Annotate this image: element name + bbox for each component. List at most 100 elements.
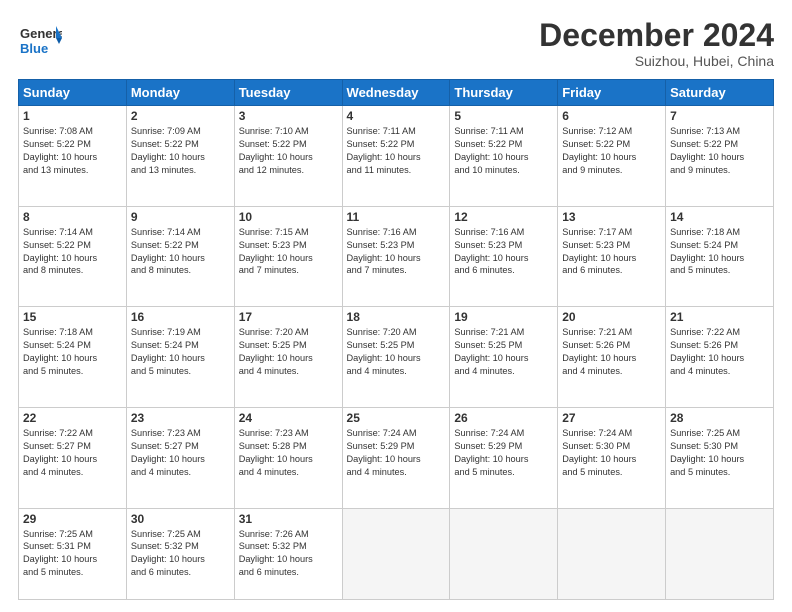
day-info: Sunrise: 7:19 AMSunset: 5:24 PMDaylight:… [131, 326, 230, 378]
day-number: 30 [131, 512, 230, 526]
day-info: Sunrise: 7:11 AMSunset: 5:22 PMDaylight:… [454, 125, 553, 177]
day-number: 17 [239, 310, 338, 324]
table-row: 21 Sunrise: 7:22 AMSunset: 5:26 PMDayligh… [666, 307, 774, 408]
day-number: 9 [131, 210, 230, 224]
logo-icon: General Blue [18, 18, 62, 62]
table-row: 7 Sunrise: 7:13 AMSunset: 5:22 PMDaylight… [666, 106, 774, 207]
day-info: Sunrise: 7:20 AMSunset: 5:25 PMDaylight:… [347, 326, 446, 378]
table-row: 11 Sunrise: 7:16 AMSunset: 5:23 PMDayligh… [342, 206, 450, 307]
day-number: 10 [239, 210, 338, 224]
day-info: Sunrise: 7:24 AMSunset: 5:29 PMDaylight:… [454, 427, 553, 479]
table-row: 18 Sunrise: 7:20 AMSunset: 5:25 PMDayligh… [342, 307, 450, 408]
header-wednesday: Wednesday [342, 80, 450, 106]
table-row: 14 Sunrise: 7:18 AMSunset: 5:24 PMDayligh… [666, 206, 774, 307]
location: Suizhou, Hubei, China [539, 53, 774, 69]
month-title: December 2024 [539, 18, 774, 53]
page: General Blue December 2024 Suizhou, Hube… [0, 0, 792, 612]
day-number: 2 [131, 109, 230, 123]
day-number: 12 [454, 210, 553, 224]
day-number: 19 [454, 310, 553, 324]
day-info: Sunrise: 7:26 AMSunset: 5:32 PMDaylight:… [239, 528, 338, 580]
header-thursday: Thursday [450, 80, 558, 106]
day-info: Sunrise: 7:18 AMSunset: 5:24 PMDaylight:… [23, 326, 122, 378]
day-number: 1 [23, 109, 122, 123]
table-row: 28 Sunrise: 7:25 AMSunset: 5:30 PMDayligh… [666, 407, 774, 508]
table-row: 8Sunrise: 7:14 AMSunset: 5:22 PMDaylight… [19, 206, 127, 307]
table-row: 10 Sunrise: 7:15 AMSunset: 5:23 PMDayligh… [234, 206, 342, 307]
table-row: 15 Sunrise: 7:18 AMSunset: 5:24 PMDayligh… [19, 307, 127, 408]
day-number: 6 [562, 109, 661, 123]
table-row: 20 Sunrise: 7:21 AMSunset: 5:26 PMDayligh… [558, 307, 666, 408]
header-row: Sunday Monday Tuesday Wednesday Thursday… [19, 80, 774, 106]
day-info: Sunrise: 7:16 AMSunset: 5:23 PMDaylight:… [454, 226, 553, 278]
day-info: Sunrise: 7:22 AMSunset: 5:26 PMDaylight:… [670, 326, 769, 378]
day-number: 22 [23, 411, 122, 425]
day-number: 4 [347, 109, 446, 123]
table-row [342, 508, 450, 600]
day-number: 5 [454, 109, 553, 123]
day-number: 28 [670, 411, 769, 425]
day-info: Sunrise: 7:11 AMSunset: 5:22 PMDaylight:… [347, 125, 446, 177]
table-row: 3 Sunrise: 7:10 AMSunset: 5:22 PMDaylight… [234, 106, 342, 207]
calendar-table: Sunday Monday Tuesday Wednesday Thursday… [18, 79, 774, 600]
day-number: 23 [131, 411, 230, 425]
day-number: 26 [454, 411, 553, 425]
day-info: Sunrise: 7:25 AMSunset: 5:30 PMDaylight:… [670, 427, 769, 479]
day-info: Sunrise: 7:18 AMSunset: 5:24 PMDaylight:… [670, 226, 769, 278]
day-info: Sunrise: 7:21 AMSunset: 5:25 PMDaylight:… [454, 326, 553, 378]
table-row: 19 Sunrise: 7:21 AMSunset: 5:25 PMDayligh… [450, 307, 558, 408]
table-row: 12 Sunrise: 7:16 AMSunset: 5:23 PMDayligh… [450, 206, 558, 307]
table-row: 1 Sunrise: 7:08 AMSunset: 5:22 PMDaylight… [19, 106, 127, 207]
day-info: Sunrise: 7:09 AMSunset: 5:22 PMDaylight:… [131, 125, 230, 177]
header-monday: Monday [126, 80, 234, 106]
table-row: 13Sunrise: 7:17 AMSunset: 5:23 PMDayligh… [558, 206, 666, 307]
table-row: 4 Sunrise: 7:11 AMSunset: 5:22 PMDaylight… [342, 106, 450, 207]
table-row [450, 508, 558, 600]
table-row: 24 Sunrise: 7:23 AMSunset: 5:28 PMDayligh… [234, 407, 342, 508]
day-number: 20 [562, 310, 661, 324]
day-number: 7 [670, 109, 769, 123]
table-row: 22 Sunrise: 7:22 AMSunset: 5:27 PMDayligh… [19, 407, 127, 508]
table-row: 17Sunrise: 7:20 AMSunset: 5:25 PMDayligh… [234, 307, 342, 408]
table-row: 31 Sunrise: 7:26 AMSunset: 5:32 PMDayligh… [234, 508, 342, 600]
day-number: 15 [23, 310, 122, 324]
day-info: Sunrise: 7:10 AMSunset: 5:22 PMDaylight:… [239, 125, 338, 177]
table-row [666, 508, 774, 600]
day-info: Sunrise: 7:15 AMSunset: 5:23 PMDaylight:… [239, 226, 338, 278]
day-number: 14 [670, 210, 769, 224]
day-number: 25 [347, 411, 446, 425]
day-info: Sunrise: 7:14 AMSunset: 5:22 PMDaylight:… [23, 226, 122, 278]
svg-text:Blue: Blue [20, 41, 48, 56]
table-row: 30 Sunrise: 7:25 AMSunset: 5:32 PMDayligh… [126, 508, 234, 600]
day-info: Sunrise: 7:22 AMSunset: 5:27 PMDaylight:… [23, 427, 122, 479]
table-row: 29Sunrise: 7:25 AMSunset: 5:31 PMDayligh… [19, 508, 127, 600]
day-number: 29 [23, 512, 122, 526]
day-info: Sunrise: 7:25 AMSunset: 5:32 PMDaylight:… [131, 528, 230, 580]
day-info: Sunrise: 7:12 AMSunset: 5:22 PMDaylight:… [562, 125, 661, 177]
day-number: 21 [670, 310, 769, 324]
svg-text:General: General [20, 26, 62, 41]
day-number: 18 [347, 310, 446, 324]
table-row: 16 Sunrise: 7:19 AMSunset: 5:24 PMDayligh… [126, 307, 234, 408]
day-number: 24 [239, 411, 338, 425]
day-info: Sunrise: 7:08 AMSunset: 5:22 PMDaylight:… [23, 125, 122, 177]
day-info: Sunrise: 7:23 AMSunset: 5:27 PMDaylight:… [131, 427, 230, 479]
day-info: Sunrise: 7:13 AMSunset: 5:22 PMDaylight:… [670, 125, 769, 177]
table-row: 5 Sunrise: 7:11 AMSunset: 5:22 PMDaylight… [450, 106, 558, 207]
day-info: Sunrise: 7:23 AMSunset: 5:28 PMDaylight:… [239, 427, 338, 479]
table-row: 23 Sunrise: 7:23 AMSunset: 5:27 PMDayligh… [126, 407, 234, 508]
day-info: Sunrise: 7:16 AMSunset: 5:23 PMDaylight:… [347, 226, 446, 278]
day-number: 11 [347, 210, 446, 224]
table-row: 25Sunrise: 7:24 AMSunset: 5:29 PMDayligh… [342, 407, 450, 508]
table-row: 2 Sunrise: 7:09 AMSunset: 5:22 PMDaylight… [126, 106, 234, 207]
logo: General Blue [18, 18, 62, 67]
table-row: 9Sunrise: 7:14 AMSunset: 5:22 PMDaylight… [126, 206, 234, 307]
table-row: 27Sunrise: 7:24 AMSunset: 5:30 PMDayligh… [558, 407, 666, 508]
day-number: 31 [239, 512, 338, 526]
header-saturday: Saturday [666, 80, 774, 106]
table-row: 6 Sunrise: 7:12 AMSunset: 5:22 PMDaylight… [558, 106, 666, 207]
day-info: Sunrise: 7:21 AMSunset: 5:26 PMDaylight:… [562, 326, 661, 378]
header-tuesday: Tuesday [234, 80, 342, 106]
day-number: 3 [239, 109, 338, 123]
day-number: 16 [131, 310, 230, 324]
